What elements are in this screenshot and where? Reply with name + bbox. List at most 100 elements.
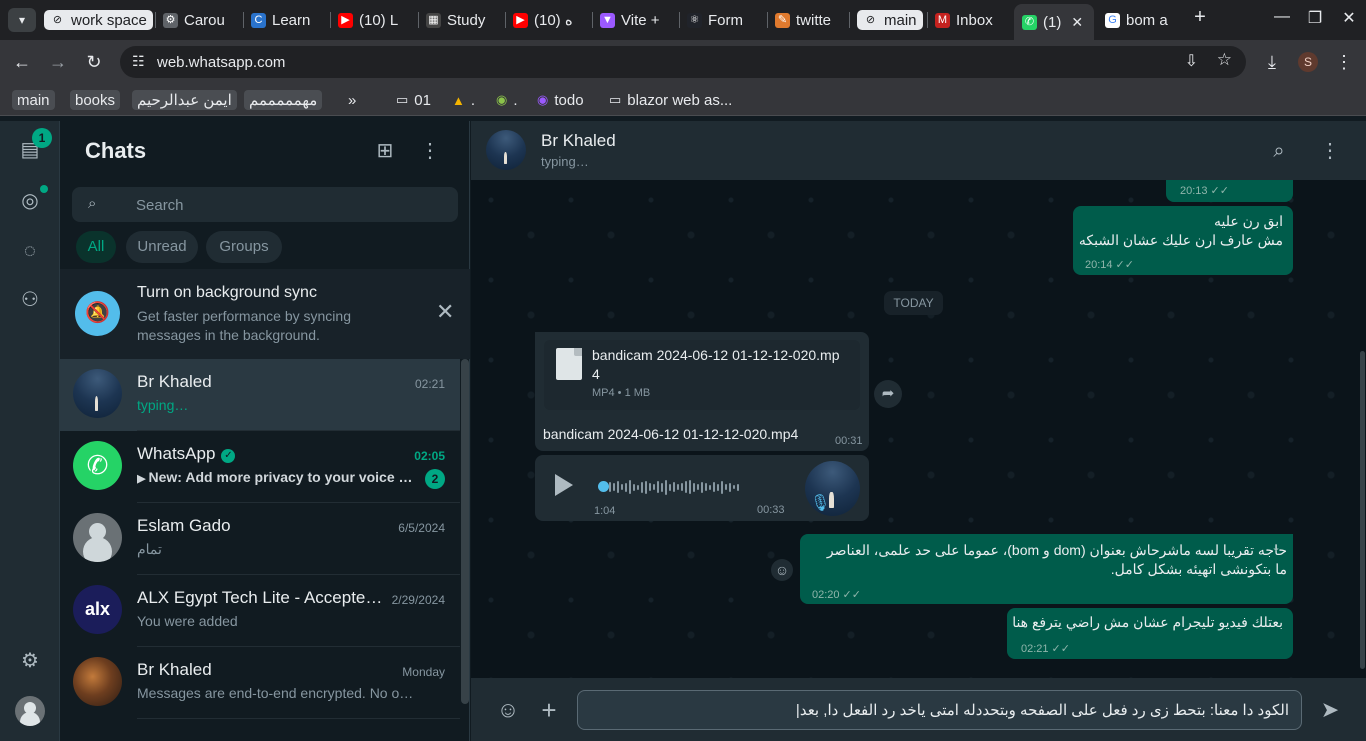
close-window-icon[interactable]: ✕ [1337, 8, 1361, 28]
document-card[interactable]: bandicam 2024-06-12 01-12-12-020.mp4 MP4… [544, 340, 860, 410]
contact-avatar[interactable] [486, 130, 526, 170]
menu-icon[interactable]: ⋮ [418, 139, 442, 163]
conversation-header[interactable]: Br Khaled typing… ⌕ ⋮ [471, 121, 1366, 180]
waveform-bar [685, 481, 687, 493]
contact-name[interactable]: Br Khaled [541, 131, 616, 151]
new-tab-button[interactable]: + [1188, 6, 1212, 29]
vite-icon: ▼ [600, 12, 615, 28]
browser-tab[interactable]: Gbom a [1105, 6, 1175, 34]
site-info-icon[interactable]: ☷ [132, 53, 145, 70]
new-chat-icon[interactable]: ⊞ [373, 139, 397, 163]
tab-search-button[interactable]: ▾ [8, 8, 36, 32]
outgoing-message[interactable]: بعتلك فيديو تليجرام عشان مش راضي يترفع ه… [1007, 608, 1293, 659]
voice-duration: 1:04 [594, 505, 616, 517]
conversation-scrollbar[interactable] [1360, 351, 1365, 669]
bookmark[interactable]: ▲. [452, 90, 475, 110]
filter-unread[interactable]: Unread [126, 231, 198, 263]
play-icon[interactable] [555, 474, 573, 496]
menu-icon[interactable]: ⋮ [1318, 139, 1342, 163]
message-menu-chevron-icon[interactable]: ⌄ [1271, 540, 1281, 554]
emoji-icon[interactable]: ☺ [495, 697, 521, 723]
waveform-bar [717, 483, 719, 491]
outgoing-message[interactable]: حاجه تقريبا لسه ماشرحاش بعنوان (dom و bo… [800, 534, 1293, 604]
browser-tab[interactable]: C Learn [251, 6, 321, 34]
incoming-document-message[interactable]: bandicam 2024-06-12 01-12-12-020.mp4 MP4… [535, 332, 869, 451]
filter-groups[interactable]: Groups [206, 231, 282, 263]
browser-menu-icon[interactable]: ⋮ [1332, 50, 1356, 74]
background-sync-banner[interactable]: 🔕 Turn on background sync Get faster per… [60, 269, 470, 359]
browser-tab[interactable]: ✆ (1) ✕ [1014, 4, 1094, 40]
bookmark[interactable]: main [12, 90, 55, 110]
downloads-icon[interactable]: ⤓ [1260, 50, 1284, 74]
search-input[interactable] [136, 194, 436, 216]
drive-icon: ▲ [452, 92, 465, 108]
chat-time: 2/29/2024 [391, 593, 445, 607]
status-icon[interactable]: ◎ [18, 189, 42, 213]
emoji-reaction-icon[interactable]: ☺ [771, 559, 793, 581]
url-text[interactable]: web.whatsapp.com [157, 54, 285, 71]
install-app-icon[interactable]: ⇩ [1185, 51, 1198, 71]
browser-tab[interactable]: ▼ Vite + [600, 6, 670, 34]
reload-icon[interactable]: ↻ [82, 50, 106, 74]
tab-group-label[interactable]: ⊘ work space [44, 10, 153, 30]
chat-list-item[interactable]: Br Khaled Monday Messages are end-to-end e… [60, 647, 460, 719]
bookmark[interactable]: ▭ blazor web as... [609, 90, 732, 110]
bookmark[interactable]: ◉. [496, 90, 518, 110]
tab-group-label[interactable]: ⊘ main [857, 10, 923, 30]
voice-seek-handle[interactable] [598, 481, 609, 492]
message-input-text[interactable]: الكود دا معنا: بتحط زى رد فعل على الصفحه… [796, 701, 1289, 719]
close-icon[interactable]: ✕ [436, 299, 454, 325]
bookmark[interactable]: ايمن عبدالرحيم [132, 90, 237, 110]
voice-waveform[interactable] [601, 479, 779, 495]
browser-tab[interactable]: ✎ twitte [775, 6, 845, 34]
message-time: 00:33 [757, 504, 785, 516]
chat-list-item[interactable]: alx ALX Egypt Tech Lite - Accepted Learne… [60, 575, 460, 647]
address-bar[interactable]: ☷ web.whatsapp.com ⇩ ☆ [120, 46, 1246, 78]
browser-tab[interactable]: ⚛ Form [687, 6, 757, 34]
browser-tab[interactable]: ▦ Study [426, 6, 496, 34]
read-ticks-icon: ✓✓ [1051, 643, 1070, 655]
back-arrow-icon[interactable]: ← [10, 50, 34, 74]
filter-all[interactable]: All [76, 231, 116, 263]
attach-plus-icon[interactable]: + [536, 697, 562, 723]
profile-avatar[interactable]: S [1298, 52, 1318, 72]
browser-tab[interactable]: ▶ (10) ه [513, 6, 583, 34]
profile-avatar[interactable] [15, 696, 45, 726]
panel-title: Chats [85, 138, 147, 163]
waveform-bar [689, 480, 691, 494]
forward-icon[interactable]: ➦ [874, 380, 902, 408]
browser-tab[interactable]: ▶ (10) L [338, 6, 408, 34]
bookmark[interactable]: مهمممممم [244, 90, 323, 110]
sync-description: Get faster performance by syncing messag… [137, 308, 351, 343]
browser-tab[interactable]: M Inbox [935, 6, 1003, 34]
channels-icon[interactable]: ◌ [18, 239, 42, 263]
outgoing-message[interactable]: 20:13 ✓✓ [1166, 180, 1293, 202]
maximize-icon[interactable]: ❐ [1303, 8, 1327, 28]
browser-tab[interactable]: ⚙ Carou [163, 6, 233, 34]
tab-separator [849, 12, 850, 28]
communities-icon[interactable]: ⚇ [18, 288, 42, 312]
bookmark[interactable]: ▭ 01 [396, 90, 431, 110]
bookmarks-bar: main books ايمن عبدالرحيم مهمممممم » ▭ 01 ▲. ◉. ◉… [0, 84, 1366, 116]
chat-list-item[interactable]: Br Khaled 02:21 typing… [60, 359, 460, 431]
search-box[interactable]: ⌕ [72, 187, 458, 222]
chat-name-text: Br Khaled [137, 372, 212, 391]
bookmark-star-icon[interactable]: ☆ [1217, 50, 1232, 70]
outgoing-message[interactable]: ابق رن عليه مش عارف ارن عليك عشان الشبكه… [1073, 206, 1293, 275]
chat-list-item[interactable]: ✆ WhatsApp ✓ 02:05 ▶ New: Add more privacy t… [60, 431, 460, 503]
search-icon[interactable]: ⌕ [1267, 139, 1291, 163]
conversation-panel: Br Khaled typing… ⌕ ⋮ 20:13 ✓✓ ابق رن علي… [471, 121, 1366, 741]
message-input[interactable]: الكود دا معنا: بتحط زى رد فعل على الصفحه… [577, 690, 1302, 730]
close-tab-icon[interactable]: ✕ [1071, 14, 1083, 31]
incoming-voice-message[interactable]: 1:04 00:33 🎙 [535, 455, 869, 521]
forward-arrow-icon[interactable]: → [46, 50, 70, 74]
bookmark-label: ايمن عبدالرحيم [137, 92, 232, 109]
chat-list-scrollbar[interactable] [461, 359, 469, 704]
bookmark[interactable]: books [70, 90, 121, 110]
chat-list-item[interactable]: Eslam Gado 6/5/2024 تمام [60, 503, 460, 575]
send-icon[interactable]: ➤ [1317, 697, 1343, 723]
more-bookmarks-button[interactable]: » [348, 90, 356, 110]
minimize-icon[interactable]: — [1270, 8, 1294, 26]
bookmark[interactable]: ◉ todo [537, 90, 584, 110]
settings-icon[interactable]: ⚙ [18, 649, 42, 673]
